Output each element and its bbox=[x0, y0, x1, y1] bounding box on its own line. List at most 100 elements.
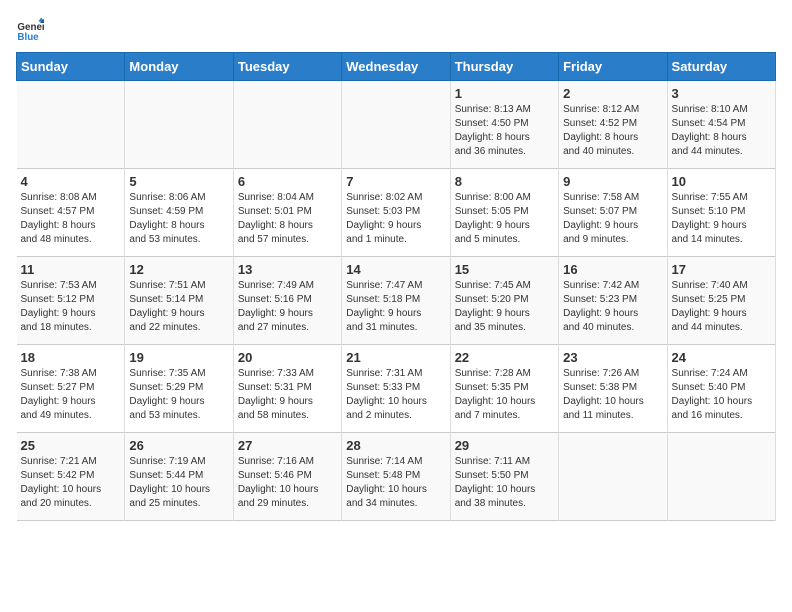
day-number: 13 bbox=[238, 262, 337, 277]
day-number: 8 bbox=[455, 174, 554, 189]
calendar-cell: 21 Sunrise: 7:31 AM Sunset: 5:33 PM Dayli… bbox=[342, 345, 450, 433]
day-number: 23 bbox=[563, 350, 662, 365]
day-info: Sunrise: 7:49 AM Sunset: 5:16 PM Dayligh… bbox=[238, 279, 337, 335]
day-info: Sunrise: 7:38 AM Sunset: 5:27 PM Dayligh… bbox=[21, 367, 121, 423]
day-number: 4 bbox=[21, 174, 121, 189]
calendar-cell: 15Sunrise: 7:45 AM Sunset: 5:20 PM Dayli… bbox=[450, 257, 558, 345]
calendar-cell: 8 Sunrise: 8:00 AM Sunset: 5:05 PM Daylig… bbox=[450, 169, 558, 257]
day-number: 26 bbox=[129, 438, 228, 453]
calendar-cell: 25 Sunrise: 7:21 AM Sunset: 5:42 PM Dayli… bbox=[17, 433, 125, 521]
day-header-friday: Friday bbox=[559, 53, 667, 81]
day-info: Sunrise: 7:53 AM Sunset: 5:12 PM Dayligh… bbox=[21, 279, 121, 335]
day-header-sunday: Sunday bbox=[17, 53, 125, 81]
calendar-cell: 17Sunrise: 7:40 AM Sunset: 5:25 PM Dayli… bbox=[667, 257, 775, 345]
calendar-cell: 26 Sunrise: 7:19 AM Sunset: 5:44 PM Dayli… bbox=[125, 433, 233, 521]
day-number: 5 bbox=[129, 174, 228, 189]
day-number: 21 bbox=[346, 350, 445, 365]
day-info: Sunrise: 8:08 AM Sunset: 4:57 PM Dayligh… bbox=[21, 191, 121, 247]
calendar-cell: 16Sunrise: 7:42 AM Sunset: 5:23 PM Dayli… bbox=[559, 257, 667, 345]
day-info: Sunrise: 7:51 AM Sunset: 5:14 PM Dayligh… bbox=[129, 279, 228, 335]
day-number: 11 bbox=[21, 262, 121, 277]
day-number: 19 bbox=[129, 350, 228, 365]
calendar-cell bbox=[342, 81, 450, 169]
day-info: Sunrise: 8:00 AM Sunset: 5:05 PM Dayligh… bbox=[455, 191, 554, 247]
week-row-5: 25 Sunrise: 7:21 AM Sunset: 5:42 PM Dayli… bbox=[17, 433, 776, 521]
day-info: Sunrise: 7:14 AM Sunset: 5:48 PM Dayligh… bbox=[346, 455, 445, 511]
day-info: Sunrise: 7:11 AM Sunset: 5:50 PM Dayligh… bbox=[455, 455, 554, 511]
calendar-cell: 12 Sunrise: 7:51 AM Sunset: 5:14 PM Dayli… bbox=[125, 257, 233, 345]
calendar-cell: 19 Sunrise: 7:35 AM Sunset: 5:29 PM Dayli… bbox=[125, 345, 233, 433]
day-number: 9 bbox=[563, 174, 662, 189]
calendar-cell: 18 Sunrise: 7:38 AM Sunset: 5:27 PM Dayli… bbox=[17, 345, 125, 433]
calendar-cell bbox=[667, 433, 775, 521]
day-number: 12 bbox=[129, 262, 228, 277]
day-number: 28 bbox=[346, 438, 445, 453]
calendar-cell: 22 Sunrise: 7:28 AM Sunset: 5:35 PM Dayli… bbox=[450, 345, 558, 433]
calendar-cell: 9 Sunrise: 7:58 AM Sunset: 5:07 PM Daylig… bbox=[559, 169, 667, 257]
calendar-cell: 6 Sunrise: 8:04 AM Sunset: 5:01 PM Daylig… bbox=[233, 169, 341, 257]
calendar-cell: 3 Sunrise: 8:10 AM Sunset: 4:54 PM Daylig… bbox=[667, 81, 775, 169]
day-info: Sunrise: 7:21 AM Sunset: 5:42 PM Dayligh… bbox=[21, 455, 121, 511]
day-header-wednesday: Wednesday bbox=[342, 53, 450, 81]
calendar-cell: 24Sunrise: 7:24 AM Sunset: 5:40 PM Dayli… bbox=[667, 345, 775, 433]
day-number: 25 bbox=[21, 438, 121, 453]
calendar-cell bbox=[17, 81, 125, 169]
svg-text:Blue: Blue bbox=[17, 32, 39, 43]
page-header: General Blue bbox=[16, 16, 776, 44]
week-row-2: 4 Sunrise: 8:08 AM Sunset: 4:57 PM Daylig… bbox=[17, 169, 776, 257]
day-number: 22 bbox=[455, 350, 554, 365]
logo: General Blue bbox=[16, 16, 48, 44]
day-info: Sunrise: 7:58 AM Sunset: 5:07 PM Dayligh… bbox=[563, 191, 662, 247]
day-info: Sunrise: 7:55 AM Sunset: 5:10 PM Dayligh… bbox=[672, 191, 771, 247]
calendar-cell: 5 Sunrise: 8:06 AM Sunset: 4:59 PM Daylig… bbox=[125, 169, 233, 257]
day-info: Sunrise: 8:06 AM Sunset: 4:59 PM Dayligh… bbox=[129, 191, 228, 247]
day-info: Sunrise: 7:16 AM Sunset: 5:46 PM Dayligh… bbox=[238, 455, 337, 511]
day-number: 10 bbox=[672, 174, 771, 189]
day-info: Sunrise: 8:10 AM Sunset: 4:54 PM Dayligh… bbox=[672, 103, 771, 159]
calendar-table: SundayMondayTuesdayWednesdayThursdayFrid… bbox=[16, 52, 776, 521]
calendar-cell: 27 Sunrise: 7:16 AM Sunset: 5:46 PM Dayli… bbox=[233, 433, 341, 521]
calendar-cell: 7Sunrise: 8:02 AM Sunset: 5:03 PM Daylig… bbox=[342, 169, 450, 257]
header-row: SundayMondayTuesdayWednesdayThursdayFrid… bbox=[17, 53, 776, 81]
day-number: 14 bbox=[346, 262, 445, 277]
day-number: 2 bbox=[563, 86, 662, 101]
calendar-cell: 10 Sunrise: 7:55 AM Sunset: 5:10 PM Dayli… bbox=[667, 169, 775, 257]
day-info: Sunrise: 7:26 AM Sunset: 5:38 PM Dayligh… bbox=[563, 367, 662, 423]
day-info: Sunrise: 7:45 AM Sunset: 5:20 PM Dayligh… bbox=[455, 279, 554, 335]
calendar-header: SundayMondayTuesdayWednesdayThursdayFrid… bbox=[17, 53, 776, 81]
day-header-thursday: Thursday bbox=[450, 53, 558, 81]
calendar-cell: 2Sunrise: 8:12 AM Sunset: 4:52 PM Daylig… bbox=[559, 81, 667, 169]
day-number: 20 bbox=[238, 350, 337, 365]
day-number: 6 bbox=[238, 174, 337, 189]
day-info: Sunrise: 7:28 AM Sunset: 5:35 PM Dayligh… bbox=[455, 367, 554, 423]
day-number: 27 bbox=[238, 438, 337, 453]
calendar-cell: 11 Sunrise: 7:53 AM Sunset: 5:12 PM Dayli… bbox=[17, 257, 125, 345]
day-number: 3 bbox=[672, 86, 771, 101]
day-info: Sunrise: 8:04 AM Sunset: 5:01 PM Dayligh… bbox=[238, 191, 337, 247]
day-info: Sunrise: 7:24 AM Sunset: 5:40 PM Dayligh… bbox=[672, 367, 771, 423]
day-info: Sunrise: 8:02 AM Sunset: 5:03 PM Dayligh… bbox=[346, 191, 445, 247]
calendar-cell: 13 Sunrise: 7:49 AM Sunset: 5:16 PM Dayli… bbox=[233, 257, 341, 345]
day-number: 16 bbox=[563, 262, 662, 277]
calendar-cell bbox=[125, 81, 233, 169]
day-info: Sunrise: 7:47 AM Sunset: 5:18 PM Dayligh… bbox=[346, 279, 445, 335]
day-number: 18 bbox=[21, 350, 121, 365]
week-row-1: 1 Sunrise: 8:13 AM Sunset: 4:50 PM Daylig… bbox=[17, 81, 776, 169]
calendar-body: 1 Sunrise: 8:13 AM Sunset: 4:50 PM Daylig… bbox=[17, 81, 776, 521]
calendar-cell: 29 Sunrise: 7:11 AM Sunset: 5:50 PM Dayli… bbox=[450, 433, 558, 521]
calendar-cell: 14 Sunrise: 7:47 AM Sunset: 5:18 PM Dayli… bbox=[342, 257, 450, 345]
logo-icon: General Blue bbox=[16, 16, 44, 44]
day-number: 29 bbox=[455, 438, 554, 453]
calendar-cell: 1 Sunrise: 8:13 AM Sunset: 4:50 PM Daylig… bbox=[450, 81, 558, 169]
day-number: 1 bbox=[455, 86, 554, 101]
day-header-tuesday: Tuesday bbox=[233, 53, 341, 81]
day-info: Sunrise: 8:13 AM Sunset: 4:50 PM Dayligh… bbox=[455, 103, 554, 159]
calendar-cell bbox=[233, 81, 341, 169]
day-info: Sunrise: 7:31 AM Sunset: 5:33 PM Dayligh… bbox=[346, 367, 445, 423]
calendar-cell: 23 Sunrise: 7:26 AM Sunset: 5:38 PM Dayli… bbox=[559, 345, 667, 433]
day-info: Sunrise: 7:33 AM Sunset: 5:31 PM Dayligh… bbox=[238, 367, 337, 423]
week-row-4: 18 Sunrise: 7:38 AM Sunset: 5:27 PM Dayli… bbox=[17, 345, 776, 433]
day-info: Sunrise: 7:40 AM Sunset: 5:25 PM Dayligh… bbox=[672, 279, 771, 335]
day-info: Sunrise: 7:35 AM Sunset: 5:29 PM Dayligh… bbox=[129, 367, 228, 423]
day-info: Sunrise: 7:19 AM Sunset: 5:44 PM Dayligh… bbox=[129, 455, 228, 511]
